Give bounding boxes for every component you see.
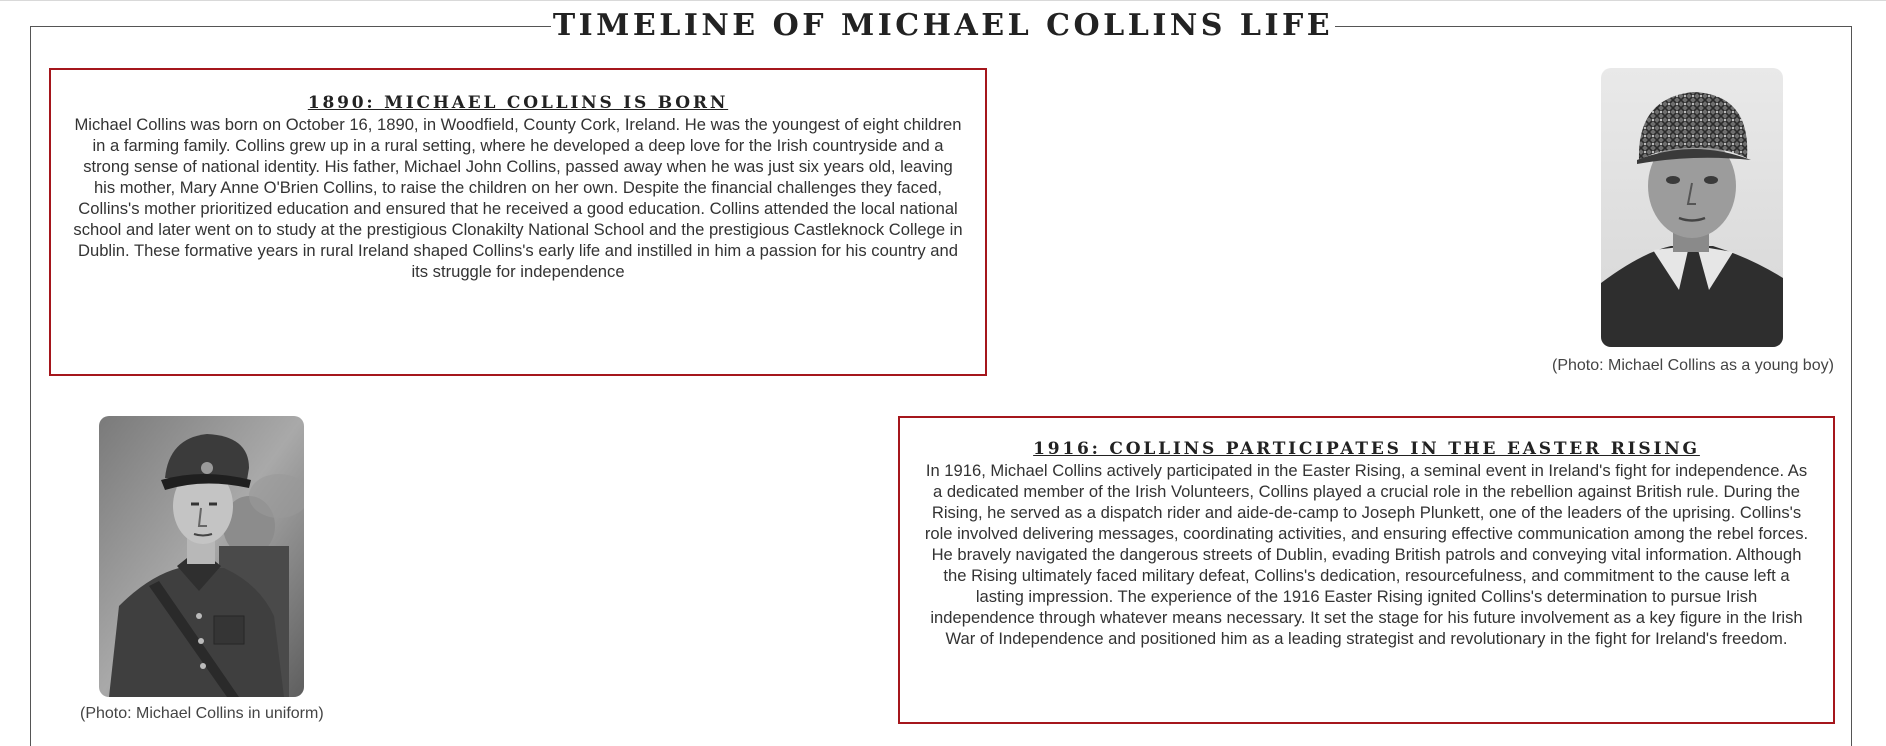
event-heading: 1890: MICHAEL COLLINS IS BORN	[307, 93, 729, 113]
young-boy-portrait-image	[1601, 68, 1783, 347]
event-heading: 1916: COLLINS PARTICIPATES IN THE EASTER…	[1033, 439, 1700, 459]
top-rule	[0, 0, 1886, 1]
event-description: Michael Collins was born on October 16, …	[73, 115, 963, 281]
event-description: In 1916, Michael Collins actively partic…	[924, 461, 1809, 648]
photo-caption-young-boy: (Photo: Michael Collins as a young boy)	[1552, 357, 1834, 374]
photo-young-boy	[1601, 68, 1783, 347]
event-card-1890: 1890: MICHAEL COLLINS IS BORN Michael Co…	[49, 68, 987, 376]
uniform-portrait-image	[99, 416, 304, 697]
photo-caption-uniform: (Photo: Michael Collins in uniform)	[80, 705, 324, 722]
event-card-1916: 1916: COLLINS PARTICIPATES IN THE EASTER…	[898, 416, 1835, 724]
photo-uniform	[99, 416, 304, 697]
